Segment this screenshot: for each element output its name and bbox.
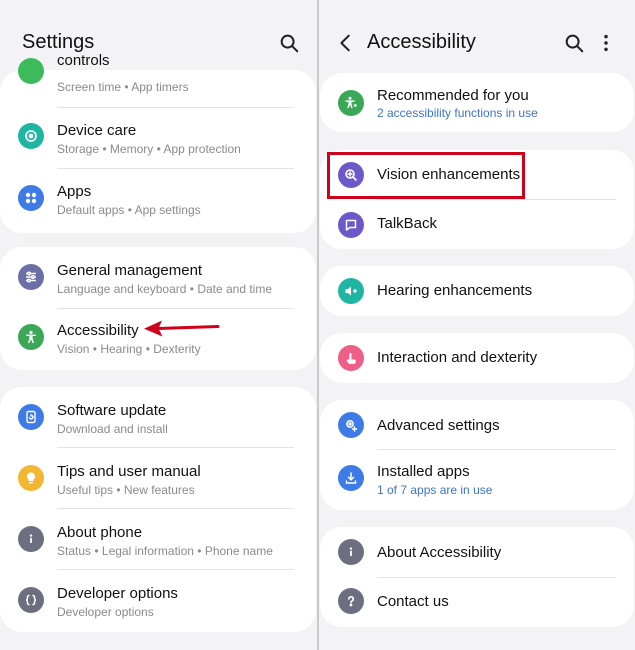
item-label: Tips and user manual [57,463,201,480]
settings-item-device-care[interactable]: Device care Storage • Memory • App prote… [0,110,316,170]
accessibility-item-interaction-dexterity[interactable]: Interaction and dexterity [320,333,634,383]
info-icon [18,526,44,552]
controls-icon [18,58,44,84]
braces-icon [18,587,44,613]
item-label: About Accessibility [377,544,502,561]
item-label: Advanced settings [377,417,500,434]
settings-card-3: Software update Download and install Tip… [0,387,316,632]
accessibility-card-interaction: Interaction and dexterity [320,333,634,383]
item-label: Device care [57,122,137,139]
accessibility-header: Accessibility [319,0,635,70]
accessibility-card-hearing: Hearing enhancements [320,266,634,316]
chat-bubble-icon [338,212,364,238]
item-label: controls [57,52,110,69]
item-subtitle: Storage • Memory • App protection [57,142,241,156]
item-label: Accessibility [57,322,139,339]
settings-item-general-management[interactable]: General management Language and keyboard… [0,247,316,307]
device-care-icon [18,123,44,149]
accessibility-item-advanced-settings[interactable]: Advanced settings [320,400,634,449]
settings-card-2: General management Language and keyboard… [0,247,316,370]
settings-card-1: controls Screen time • App timers Device… [0,52,316,233]
item-subtitle: Useful tips • New features [57,483,195,497]
info-icon [338,539,364,565]
accessibility-item-talkback[interactable]: TalkBack [320,200,634,249]
item-subtitle: Status • Legal information • Phone name [57,544,273,558]
software-update-icon [18,404,44,430]
accessibility-card-recommended: Recommended for you 2 accessibility func… [320,73,634,132]
settings-item-software-update[interactable]: Software update Download and install [0,387,316,447]
lightbulb-icon [18,465,44,491]
accessibility-item-contact-us[interactable]: Contact us [320,578,634,627]
item-label: Developer options [57,585,178,602]
accessibility-item-hearing-enhancements[interactable]: Hearing enhancements [320,266,634,316]
accessibility-item-about[interactable]: About Accessibility [320,527,634,577]
settings-panel: Settings controls Screen time • App time… [0,0,317,650]
item-subtitle: 2 accessibility functions in use [377,106,538,120]
accessibility-card-advanced: Advanced settings Installed apps 1 of 7 … [320,400,634,510]
accessibility-item-installed-apps[interactable]: Installed apps 1 of 7 apps are in use [320,450,634,510]
accessibility-card-about: About Accessibility Contact us [320,527,634,627]
speaker-plus-icon [338,278,364,304]
item-label: Apps [57,183,92,200]
sliders-icon [18,264,44,290]
item-label: Interaction and dexterity [377,349,538,366]
settings-item-developer-options[interactable]: Developer options Developer options [0,570,316,630]
apps-icon [18,185,44,211]
accessibility-item-recommended[interactable]: Recommended for you 2 accessibility func… [320,73,634,133]
page-title: Settings [22,31,95,53]
item-label: Contact us [377,593,449,610]
search-icon[interactable] [278,32,300,54]
page-title: Accessibility [367,31,476,53]
item-subtitle: Developer options [57,605,154,619]
item-subtitle: Default apps • App settings [57,203,201,217]
item-subtitle: 1 of 7 apps are in use [377,483,493,497]
accessibility-icon [18,324,44,350]
annotation-arrow-icon [144,320,220,337]
accessibility-panel: Accessibility Recommended for you 2 acce… [319,0,635,650]
search-icon[interactable] [563,32,585,54]
item-subtitle: Vision • Hearing • Dexterity [57,342,201,356]
accessibility-heart-icon [338,90,364,116]
item-subtitle: Language and keyboard • Date and time [57,282,273,296]
item-label: Hearing enhancements [377,282,533,299]
item-label: Recommended for you [377,87,529,104]
download-box-icon [338,465,364,491]
touch-hand-icon [338,345,364,371]
settings-item-about-phone[interactable]: About phone Status • Legal information •… [0,509,316,569]
highlight-box [327,152,525,199]
item-subtitle: Download and install [57,422,168,436]
item-label: About phone [57,524,143,541]
item-label: Software update [57,402,167,419]
more-options-icon[interactable] [595,32,617,54]
question-icon [338,588,364,614]
settings-item-apps[interactable]: Apps Default apps • App settings [0,171,316,231]
item-label: Installed apps [377,463,470,480]
item-label: TalkBack [377,215,438,232]
settings-item-tips[interactable]: Tips and user manual Useful tips • New f… [0,448,316,508]
back-chevron-icon[interactable] [335,32,357,54]
gear-plus-icon [338,412,364,438]
item-subtitle: Screen time • App timers [57,80,189,94]
item-label: General management [57,262,203,279]
